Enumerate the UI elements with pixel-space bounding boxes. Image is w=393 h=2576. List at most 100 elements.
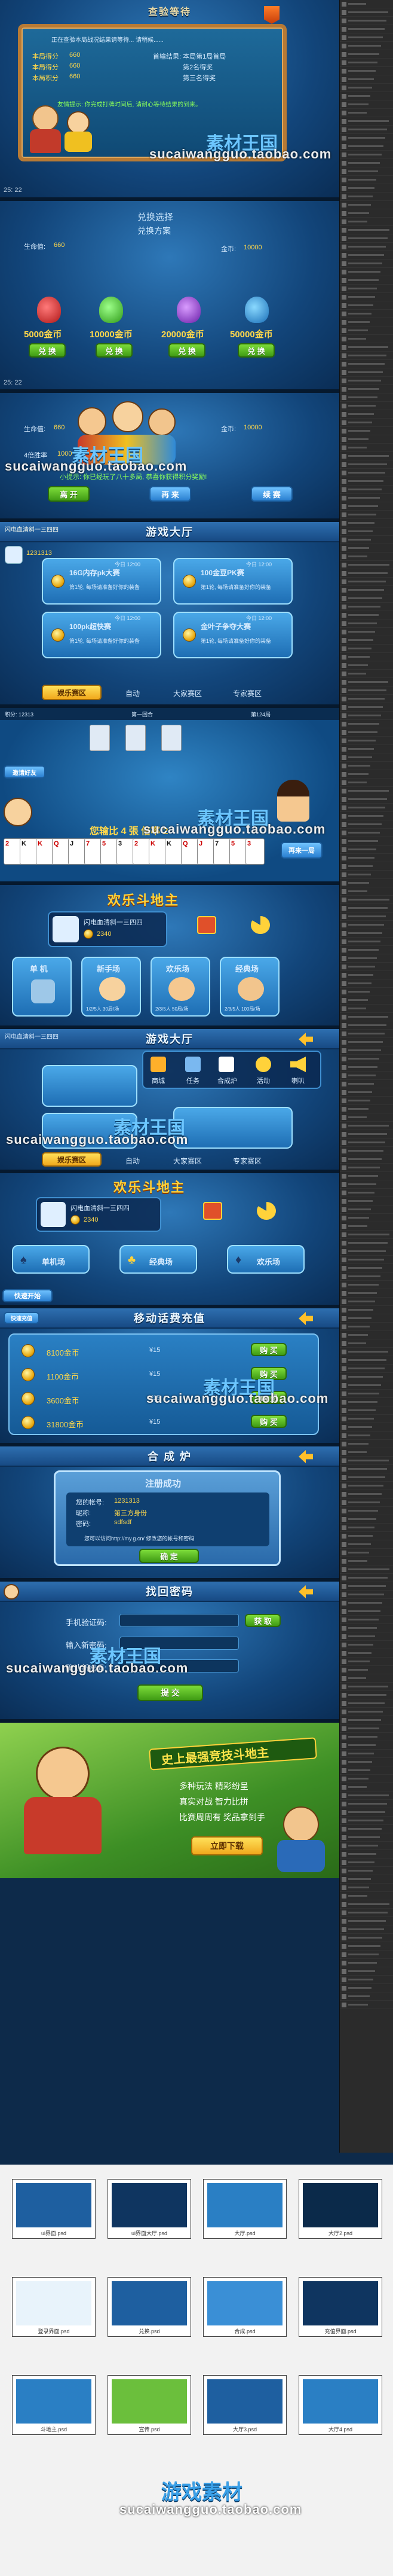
- account-label: 您的帐号:: [76, 1499, 105, 1506]
- layer-row: [340, 460, 393, 469]
- mode-card-fun[interactable]: 欢乐场 2/3/5人 50局/场: [151, 957, 210, 1017]
- exchange-button-4[interactable]: 兑 换: [238, 343, 275, 358]
- menu-task[interactable]: 任务: [186, 1076, 199, 1085]
- menu-forge[interactable]: 合成炉: [217, 1076, 237, 1085]
- layer-row: [340, 1013, 393, 1021]
- invite-friends-button[interactable]: 邀请好友: [4, 765, 45, 779]
- tab-entertainment[interactable]: 娱乐赛区: [42, 685, 102, 700]
- room-card-3[interactable]: 100pk超快赛 今日 12:00 第1轮, 每场请准备好你的装备: [42, 612, 161, 658]
- layer-row: [340, 594, 393, 603]
- again-button[interactable]: 再 来: [149, 486, 191, 502]
- file-thumbnail[interactable]: 登录界面.psd: [12, 2277, 96, 2337]
- menu-event[interactable]: 活动: [257, 1076, 270, 1085]
- gift-icon[interactable]: [203, 1202, 222, 1220]
- layer-row: [340, 201, 393, 209]
- room-card-4[interactable]: [173, 1107, 293, 1149]
- file-thumbnail[interactable]: 大厅.psd: [203, 2179, 287, 2239]
- buy-button-1[interactable]: 购 买: [251, 1343, 287, 1356]
- get-code-button[interactable]: 获 取: [245, 1614, 281, 1627]
- layers-panel: [339, 0, 393, 2153]
- layer-row: [340, 1465, 393, 1473]
- promo-banner-text: 游戏素材: [161, 2481, 242, 2504]
- layer-row: [340, 720, 393, 728]
- room-card-2[interactable]: 100金豆PK赛 今日 12:00 第1轮, 每场请准备好你的装备: [173, 558, 293, 605]
- title-bar: 合 成 炉: [0, 1446, 339, 1467]
- quick-start-button[interactable]: 快速开始: [2, 1289, 53, 1302]
- replay-button[interactable]: 再来一局: [281, 842, 323, 859]
- layer-row: [340, 1080, 393, 1088]
- room-card-1[interactable]: [42, 1065, 137, 1107]
- room-card-4[interactable]: 金叶子争夺大赛 今日 12:00 第1轮, 每场请准备好你的装备: [173, 612, 293, 658]
- layer-row: [340, 126, 393, 134]
- layer-row: [340, 276, 393, 285]
- layer-row: [340, 904, 393, 912]
- layer-row: [340, 1205, 393, 1214]
- mode-card-single[interactable]: 单 机: [12, 957, 72, 1017]
- menu-shop[interactable]: 商城: [152, 1076, 165, 1085]
- layer-row: [340, 452, 393, 460]
- code-input[interactable]: [119, 1614, 239, 1627]
- layer-row: [340, 1072, 393, 1080]
- tab-auto[interactable]: 自动: [125, 688, 140, 698]
- room-desc: 第1轮, 每场请准备好你的装备: [69, 638, 140, 644]
- exchange-button-2[interactable]: 兑 换: [96, 343, 133, 358]
- mode-card-beginner[interactable]: 新手场 1/2/5人 30局/场: [81, 957, 141, 1017]
- tab-general[interactable]: 大家赛区: [173, 688, 202, 698]
- gold-label: 金币:: [221, 426, 237, 433]
- file-thumbnail[interactable]: 大厅3.psd: [203, 2375, 287, 2435]
- layer-row: [340, 921, 393, 929]
- leave-button[interactable]: 离 开: [48, 486, 90, 502]
- file-thumbnail[interactable]: 宣传.psd: [108, 2375, 191, 2435]
- pacman-icon[interactable]: [251, 916, 270, 934]
- menu-horn[interactable]: 喇叭: [291, 1076, 305, 1085]
- user-avatar: [53, 916, 79, 942]
- page-title: 欢乐斗地主: [108, 893, 180, 908]
- buy-button-4[interactable]: 购 买: [251, 1415, 287, 1428]
- coin-icon: [51, 575, 65, 588]
- gift-icon[interactable]: [197, 916, 216, 934]
- file-thumbnail[interactable]: 合成.psd: [203, 2277, 287, 2337]
- mode-button-fun[interactable]: ♦ 欢乐场: [227, 1245, 305, 1274]
- file-thumbnail[interactable]: 斗地主.psd: [12, 2375, 96, 2435]
- thumbnail-caption: 斗地主.psd: [40, 2427, 67, 2432]
- file-thumbnail[interactable]: ui界面.psd: [12, 2179, 96, 2239]
- mode-button-single[interactable]: ♠ 单机场: [12, 1245, 90, 1274]
- mode-label: 单机场: [42, 1258, 66, 1266]
- watermark-url: sucaiwangguo.taobao.com: [6, 1661, 189, 1675]
- file-thumbnail[interactable]: 大厅4.psd: [299, 2375, 382, 2435]
- tab-general[interactable]: 大家赛区: [173, 1156, 202, 1166]
- layer-row: [340, 1498, 393, 1507]
- mode-button-classic[interactable]: ♣ 经典场: [119, 1245, 197, 1274]
- layer-row: [340, 1097, 393, 1105]
- download-button[interactable]: 立即下载: [191, 1836, 263, 1855]
- layer-row: [340, 963, 393, 971]
- continue-button[interactable]: 续 赛: [251, 486, 293, 502]
- tab-auto[interactable]: 自动: [125, 1156, 140, 1166]
- layer-row: [340, 469, 393, 477]
- layer-row: [340, 293, 393, 301]
- layer-row: [340, 176, 393, 184]
- layer-row: [340, 1113, 393, 1122]
- ok-button[interactable]: 确 定: [139, 1549, 199, 1563]
- file-thumbnail[interactable]: 兑换.psd: [108, 2277, 191, 2337]
- tab-expert[interactable]: 专家赛区: [233, 688, 262, 698]
- layer-row: [340, 611, 393, 619]
- room-card-1[interactable]: 16G内存pk大赛 今日 12:00 第1轮, 每场请准备好你的装备: [42, 558, 161, 605]
- mode-card-classic[interactable]: 经典场 2/3/5人 100局/场: [220, 957, 280, 1017]
- field-label-code: 手机验证码:: [66, 1618, 107, 1627]
- quick-recharge-tag[interactable]: 快速充值: [4, 1312, 39, 1324]
- layer-row: [340, 352, 393, 360]
- file-thumbnail[interactable]: 大厅2.psd: [299, 2179, 382, 2239]
- layer-row: [340, 385, 393, 393]
- submit-button[interactable]: 提 交: [137, 1684, 203, 1701]
- tab-expert[interactable]: 专家赛区: [233, 1156, 262, 1166]
- tab-entertainment[interactable]: 娱乐赛区: [42, 1152, 102, 1167]
- pacman-icon[interactable]: [257, 1202, 276, 1220]
- exchange-button-3[interactable]: 兑 换: [168, 343, 205, 358]
- exchange-button-1[interactable]: 兑 换: [29, 343, 66, 358]
- file-thumbnail[interactable]: ui界面大厅.psd: [108, 2179, 191, 2239]
- layer-row: [340, 946, 393, 954]
- hand-card[interactable]: 3: [245, 838, 265, 865]
- potion-icon-4: [245, 297, 269, 323]
- file-thumbnail[interactable]: 充值界面.psd: [299, 2277, 382, 2337]
